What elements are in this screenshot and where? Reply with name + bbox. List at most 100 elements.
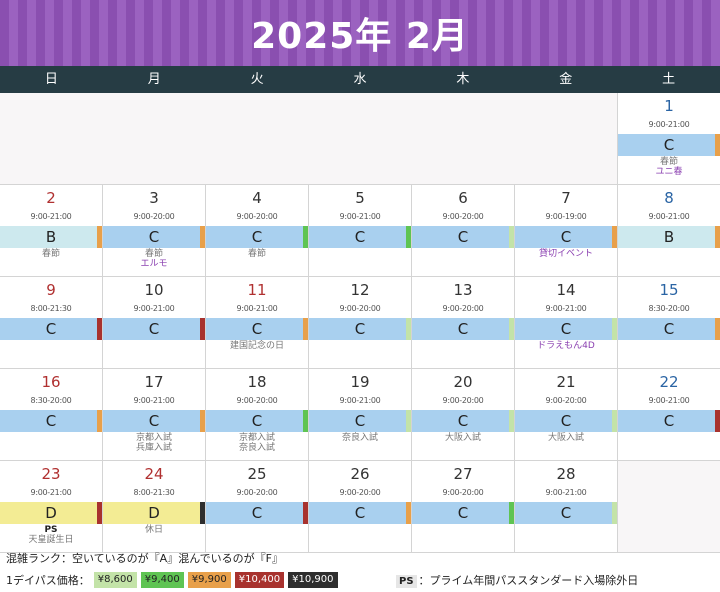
weekday-thu: 木 (456, 72, 470, 87)
day-cell[interactable]: 19 9:00-21:00 C 奈良入試 (309, 369, 412, 461)
congestion-rank: C (515, 410, 617, 432)
day-cell[interactable]: 3 9:00-20:00 C 春節 エルモ (103, 185, 206, 277)
park-hours: 9:00-20:00 (133, 212, 175, 221)
price-tier-indicator (406, 226, 411, 248)
day-cell[interactable]: 12 9:00-20:00 C (309, 277, 412, 369)
empty-day-cell (618, 461, 720, 553)
congestion-rank: C (515, 502, 617, 524)
park-hours: 9:00-20:00 (442, 212, 484, 221)
day-cell[interactable]: 27 9:00-20:00 C (412, 461, 515, 553)
day-cell[interactable]: 23 9:00-21:00 D PS 天皇誕生日 (0, 461, 103, 553)
price-tier-indicator (612, 226, 617, 248)
day-notes: 京都入試 兵庫入試 (103, 433, 205, 453)
day-note: 奈良入試 (238, 443, 275, 453)
event-link[interactable]: 貸切イベント (515, 249, 617, 259)
day-cell[interactable]: 6 9:00-20:00 C (412, 185, 515, 277)
day-note: 京都入試 (135, 433, 172, 443)
congestion-rank: C (309, 318, 411, 340)
day-number: 28 (556, 465, 576, 483)
congestion-rank: C (206, 318, 308, 340)
day-note: 天皇誕生日 (28, 535, 74, 545)
congestion-rank: D (103, 502, 205, 524)
park-hours: 9:00-21:00 (545, 488, 587, 497)
congestion-rank: B (618, 226, 720, 248)
day-cell[interactable]: 17 9:00-21:00 C 京都入試 兵庫入試 (103, 369, 206, 461)
price-tier-indicator (509, 502, 514, 524)
empty-day-cell (0, 93, 103, 185)
day-cell[interactable]: 10 9:00-21:00 C (103, 277, 206, 369)
event-link[interactable]: ドラえもん4D (515, 341, 617, 351)
day-cell[interactable]: 2 9:00-21:00 B 春節 (0, 185, 103, 277)
day-cell[interactable]: 18 9:00-20:00 C 京都入試 奈良入試 (206, 369, 309, 461)
day-cell[interactable]: 15 8:30-20:00 C (618, 277, 720, 369)
day-number: 13 (453, 281, 473, 299)
congestion-rank: C (618, 134, 720, 156)
price-tier-indicator (97, 226, 102, 248)
congestion-rank: C (309, 226, 411, 248)
price-legend-label: 1デイパス価格： (6, 574, 90, 587)
day-cell[interactable]: 14 9:00-21:00 C ドラえもん4D (515, 277, 618, 369)
park-hours: 9:00-21:00 (648, 212, 690, 221)
price-tier-indicator (97, 410, 102, 432)
day-cell[interactable]: 21 9:00-20:00 C 大阪入試 (515, 369, 618, 461)
price-tier-indicator (715, 226, 720, 248)
day-cell[interactable]: 16 8:30-20:00 C (0, 369, 103, 461)
empty-day-cell (206, 93, 309, 185)
congestion-rank: C (103, 410, 205, 432)
day-number: 27 (453, 465, 473, 483)
congestion-rank: D (0, 502, 102, 524)
day-number: 21 (556, 373, 576, 391)
day-number: 15 (659, 281, 679, 299)
park-hours: 9:00-20:00 (442, 488, 484, 497)
day-cell[interactable]: 26 9:00-20:00 C (309, 461, 412, 553)
park-hours: 9:00-20:00 (339, 304, 381, 313)
park-hours: 9:00-21:00 (339, 396, 381, 405)
price-badge: ¥9,400 (140, 572, 184, 588)
congestion-rank: C (412, 502, 514, 524)
day-cell[interactable]: 24 8:00-21:30 D 休日 (103, 461, 206, 553)
day-number: 26 (350, 465, 370, 483)
day-number: 3 (149, 189, 159, 207)
park-hours: 9:00-21:00 (133, 396, 175, 405)
congestion-rank: C (309, 502, 411, 524)
congestion-rank: C (103, 318, 205, 340)
day-cell[interactable]: 5 9:00-21:00 C (309, 185, 412, 277)
park-hours: 9:00-21:00 (545, 304, 587, 313)
day-cell[interactable]: 9 8:00-21:30 C (0, 277, 103, 369)
day-cell[interactable]: 28 9:00-21:00 C (515, 461, 618, 553)
price-tier-indicator (303, 502, 308, 524)
price-tier-indicator (406, 502, 411, 524)
park-hours: 9:00-20:00 (236, 488, 278, 497)
calendar-grid: 1 9:00-21:00 C 春節 ユニ春 2 9:00-21:00 B 春節 3 9:00-20:… (0, 93, 720, 553)
day-cell[interactable]: 13 9:00-20:00 C (412, 277, 515, 369)
day-notes: 春節 (206, 249, 308, 259)
day-cell[interactable]: 4 9:00-20:00 C 春節 (206, 185, 309, 277)
day-cell[interactable]: 22 9:00-21:00 C (618, 369, 720, 461)
day-cell[interactable]: 11 9:00-21:00 C 建国記念の日 (206, 277, 309, 369)
day-note: 兵庫入試 (135, 443, 172, 453)
park-hours: 9:00-20:00 (442, 304, 484, 313)
day-cell[interactable]: 1 9:00-21:00 C 春節 ユニ春 (618, 93, 720, 185)
day-cell[interactable]: 8 9:00-21:00 B (618, 185, 720, 277)
price-tier-indicator (715, 410, 720, 432)
day-note: 建国記念の日 (229, 341, 284, 351)
event-link[interactable]: エルモ (103, 259, 205, 269)
park-hours: 9:00-20:00 (545, 396, 587, 405)
congestion-rank: C (206, 410, 308, 432)
price-tier-indicator (303, 226, 308, 248)
day-notes: 京都入試 奈良入試 (206, 433, 308, 453)
event-link[interactable]: ユニ春 (618, 167, 720, 177)
day-cell[interactable]: 7 9:00-19:00 C 貸切イベント (515, 185, 618, 277)
day-notes: ドラえもん4D (515, 341, 617, 351)
day-notes: 休日 (103, 525, 205, 535)
day-cell[interactable]: 20 9:00-20:00 C 大阪入試 (412, 369, 515, 461)
price-badge: ¥10,400 (234, 572, 285, 588)
day-number: 12 (350, 281, 370, 299)
day-number: 24 (144, 465, 164, 483)
day-number: 6 (458, 189, 468, 207)
day-number: 4 (252, 189, 262, 207)
day-notes: 春節 (0, 249, 102, 259)
day-cell[interactable]: 25 9:00-20:00 C (206, 461, 309, 553)
price-badges: ¥8,600 ¥9,400 ¥9,900 ¥10,400 ¥10,900 (90, 572, 338, 588)
congestion-rank: C (618, 410, 720, 432)
